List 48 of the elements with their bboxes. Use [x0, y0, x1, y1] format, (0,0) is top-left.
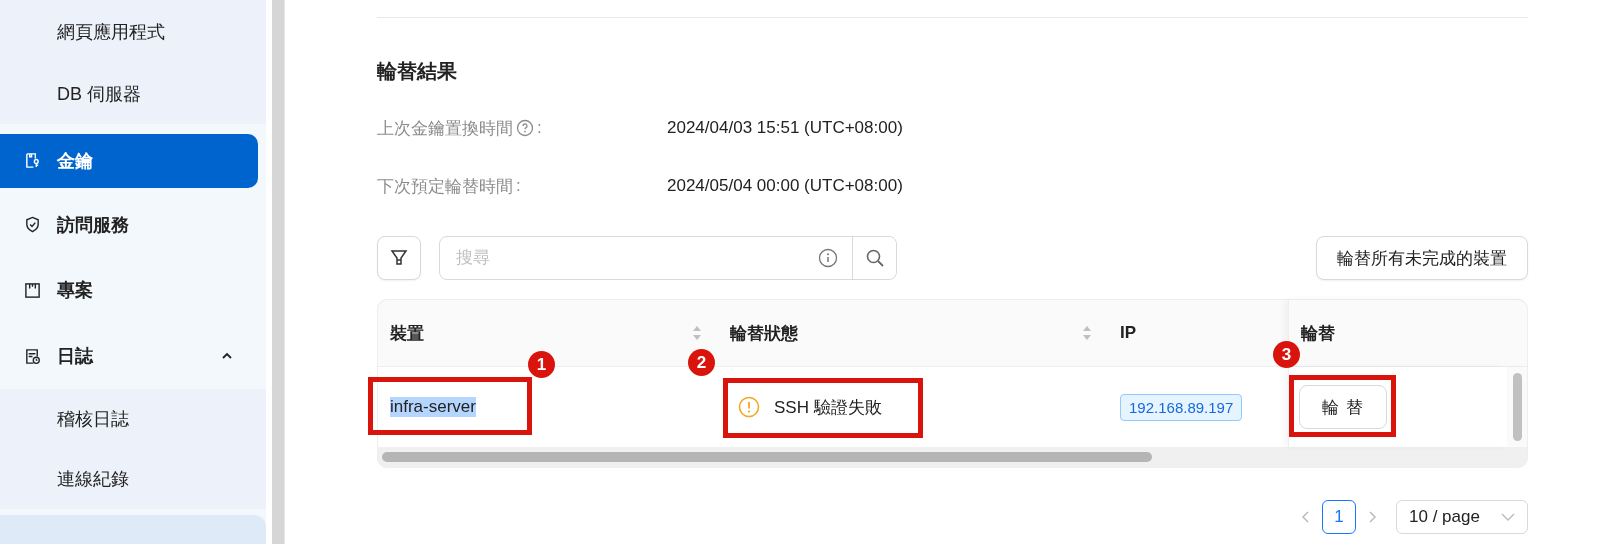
- colon: :: [537, 118, 542, 138]
- field-label: 上次金鑰置換時間: [377, 117, 513, 140]
- sidebar-item[interactable]: 訪問服務: [0, 191, 266, 258]
- column-header[interactable]: 輪替狀態: [730, 321, 798, 345]
- sidebar-item[interactable]: 連線紀錄: [0, 449, 266, 509]
- warning-icon: [738, 396, 760, 418]
- field-value: 2024/05/04 00:00 (UTC+08:00): [667, 176, 903, 196]
- ip-tag: 192.168.89.197: [1120, 393, 1243, 421]
- field-value: 2024/04/03 15:51 (UTC+08:00): [667, 118, 903, 138]
- sort-icon[interactable]: [1082, 325, 1092, 341]
- sidebar-item[interactable]: 金鑰: [0, 133, 258, 188]
- column-header[interactable]: 輪替: [1301, 321, 1335, 345]
- field-label: 下次預定輪替時間: [377, 175, 513, 198]
- next-page-icon[interactable]: [1366, 509, 1378, 525]
- log-clock-icon: [24, 347, 41, 365]
- sidebar-item[interactable]: 網頁應用程式: [0, 0, 266, 64]
- info-icon[interactable]: [818, 248, 838, 268]
- key-card-icon: [24, 152, 41, 170]
- search-icon: [864, 248, 885, 268]
- filter-button[interactable]: [377, 236, 421, 280]
- colon: :: [516, 176, 521, 196]
- column-header[interactable]: IP: [1120, 323, 1137, 343]
- sidebar-item[interactable]: 日誌: [0, 323, 266, 390]
- step-badge: 2: [688, 349, 715, 376]
- sidebar-item[interactable]: 專案: [0, 257, 266, 324]
- rotate-all-button[interactable]: 輪替所有未完成的裝置: [1316, 236, 1528, 280]
- filter-icon: [390, 249, 408, 267]
- scrollbar-thumb[interactable]: [1512, 373, 1522, 441]
- section-title: 輪替結果: [377, 59, 458, 84]
- search-button[interactable]: [852, 237, 896, 279]
- rotate-button[interactable]: 輪 替: [1299, 385, 1387, 429]
- scrollbar-thumb[interactable]: [382, 452, 1152, 462]
- shield-check-icon: [24, 216, 41, 234]
- sidebar-item[interactable]: 稽核日誌: [0, 389, 266, 450]
- sort-icon[interactable]: [692, 325, 702, 341]
- chevron-down-icon: [1501, 512, 1515, 522]
- scrollbar[interactable]: [272, 0, 285, 544]
- page-size-select[interactable]: 10 / page: [1396, 500, 1528, 534]
- column-header[interactable]: 裝置: [390, 321, 424, 345]
- table-cell: infra-server: [390, 397, 476, 417]
- board-icon: [24, 282, 41, 299]
- page-button[interactable]: 1: [1322, 500, 1356, 534]
- help-icon[interactable]: [516, 119, 534, 137]
- sidebar-item[interactable]: DB 伺服器: [0, 63, 266, 124]
- previous-page-icon[interactable]: [1300, 509, 1312, 525]
- search-field[interactable]: 搜尋: [439, 236, 897, 280]
- status-text: SSH 驗證失敗: [774, 396, 882, 419]
- search-input[interactable]: 搜尋: [440, 247, 818, 269]
